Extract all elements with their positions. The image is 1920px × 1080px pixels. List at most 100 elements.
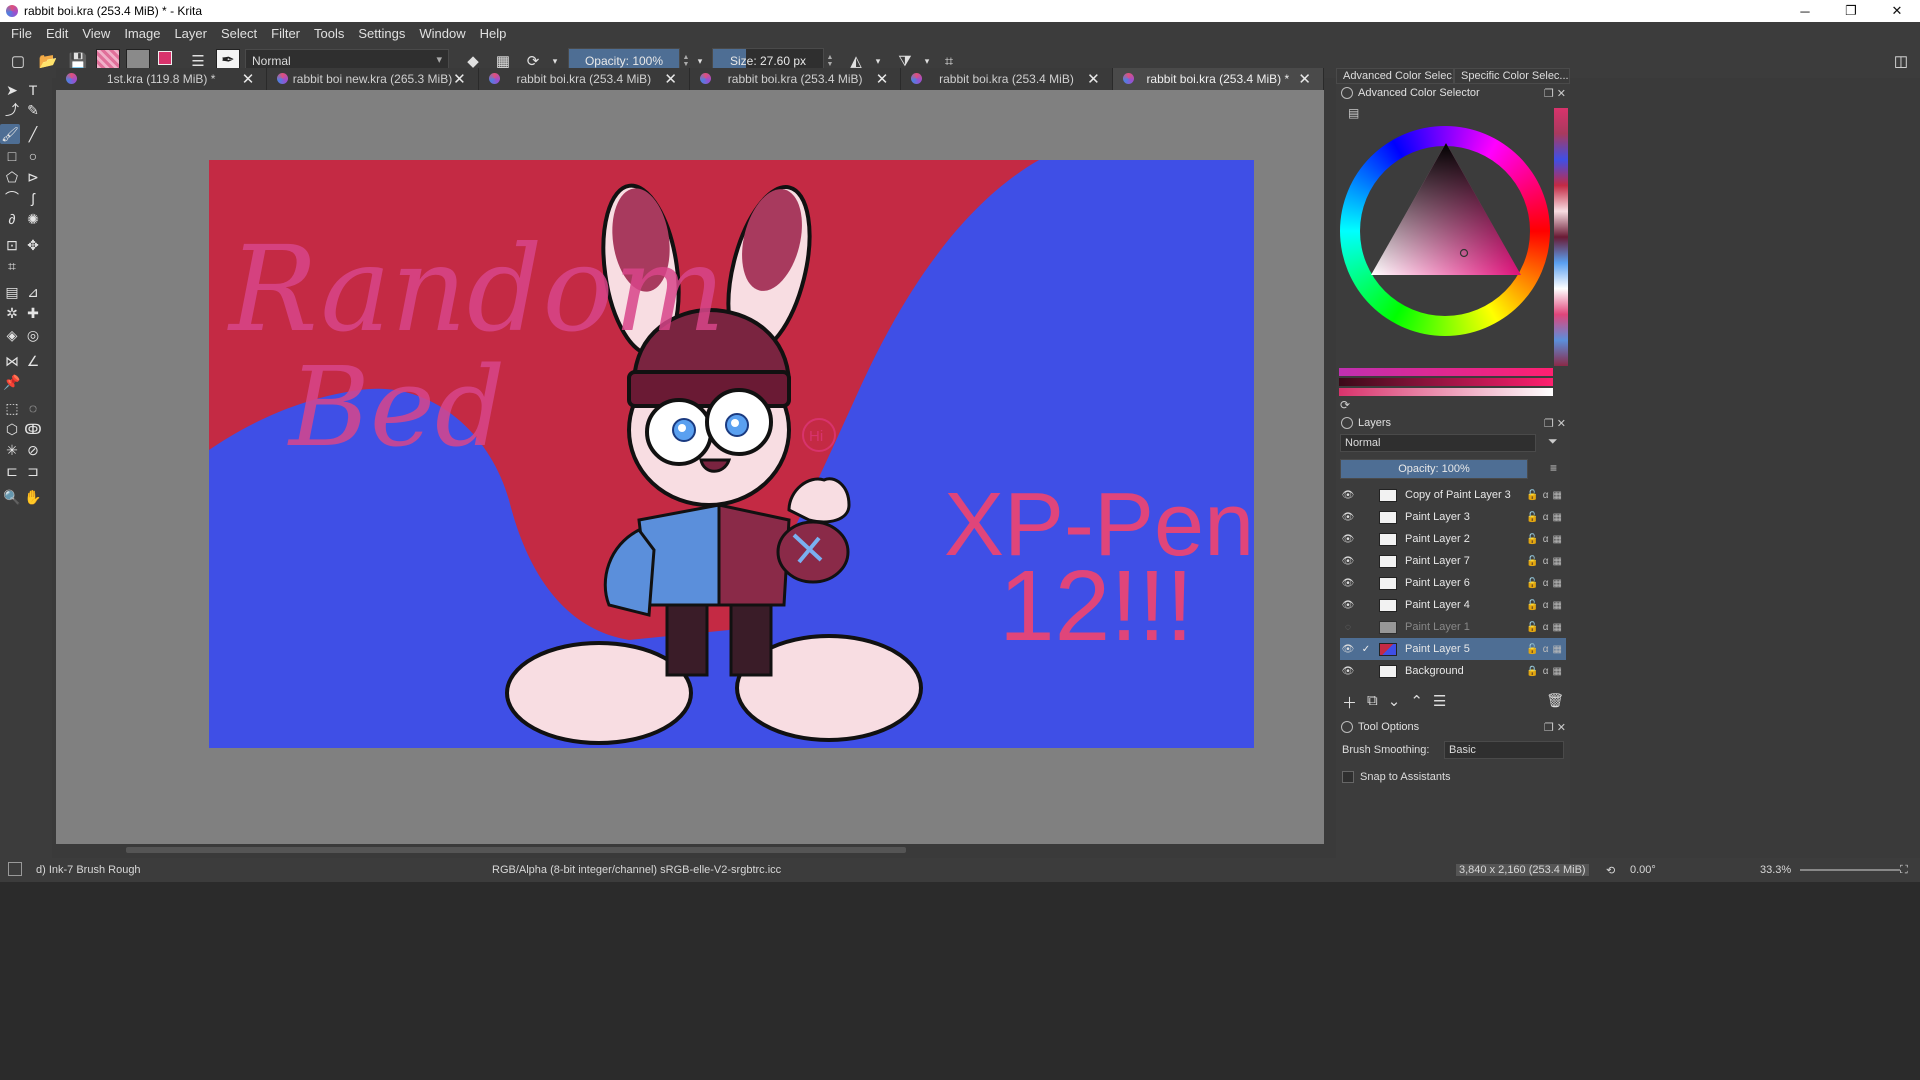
menu-help[interactable]: Help (473, 26, 514, 41)
layer-flag-icons[interactable]: 🔓α▦ (1526, 644, 1566, 655)
panel-float-close-icons[interactable]: ❐ ✕ (1544, 417, 1566, 430)
layer-row[interactable]: 👁 Copy of Paint Layer 3 🔓α▦ (1340, 484, 1566, 506)
lock-icon[interactable] (1341, 87, 1353, 99)
smart-patch-tool-icon[interactable]: ✚ (23, 303, 43, 323)
snap-to-assistants-checkbox[interactable] (1342, 771, 1354, 783)
layer-row[interactable]: 👁 Paint Layer 4 🔓α▦ (1340, 594, 1566, 616)
panel-float-close-icons[interactable]: ❐ ✕ (1544, 721, 1566, 734)
visibility-eye-icon[interactable]: 👁 (1340, 556, 1356, 567)
layer-row[interactable]: 👁 Paint Layer 3 🔓α▦ (1340, 506, 1566, 528)
visibility-eye-icon[interactable]: 👁 (1340, 644, 1356, 655)
new-document-icon[interactable]: ▢ (4, 47, 32, 75)
edit-shapes-tool-icon[interactable]: ⤴ (2, 100, 22, 120)
color-triangle[interactable] (1366, 143, 1526, 283)
scroll-thumb[interactable] (126, 847, 906, 853)
assistant-tool-icon[interactable]: ⋈ (2, 351, 22, 371)
crop-tool-icon[interactable]: ⌗ (2, 256, 22, 276)
layer-row[interactable]: 👁 Paint Layer 6 🔓α▦ (1340, 572, 1566, 594)
layer-flag-icons[interactable]: 🔓α▦ (1526, 512, 1566, 523)
similar-select-tool-icon[interactable]: ⊘ (23, 440, 43, 460)
freehand-brush-tool-icon[interactable]: 🖌 (0, 124, 20, 144)
layer-row[interactable]: 👁 Paint Layer 7 🔓α▦ (1340, 550, 1566, 572)
tab-document-6-active[interactable]: rabbit boi.kra (253.4 MiB) * ✕ (1112, 68, 1324, 90)
canvas-area[interactable]: Hi Random Bed XP-Pen 12!!! (56, 90, 1324, 844)
gradient-tool-icon[interactable]: ▤ (2, 282, 22, 302)
multibrush-tool-icon[interactable]: ✺ (23, 209, 43, 229)
layer-row-hidden[interactable]: ◌ Paint Layer 1 🔓α▦ (1340, 616, 1566, 638)
menu-window[interactable]: Window (412, 26, 472, 41)
delete-layer-icon[interactable]: 🗑 (1546, 692, 1564, 709)
layer-row[interactable]: 👁 Background 🔒α▦ (1340, 660, 1566, 682)
close-tab-icon[interactable]: ✕ (1087, 70, 1100, 88)
ellipse-tool-icon[interactable]: ○ (23, 146, 43, 166)
visibility-eye-icon[interactable]: 👁 (1340, 666, 1356, 677)
reference-images-tool-icon[interactable]: 📌 (2, 372, 22, 392)
layer-menu-icon[interactable]: ≡ (1550, 461, 1557, 475)
workspace-chooser-icon[interactable]: ◫ (1887, 47, 1915, 75)
zoom-slider[interactable] (1800, 869, 1900, 871)
tab-document-1[interactable]: 1st.kra (119.8 MiB) * ✕ (56, 68, 268, 90)
ellipse-select-tool-icon[interactable]: ◌ (23, 398, 43, 418)
select-shapes-tool-icon[interactable]: ➤ (2, 80, 22, 100)
maximize-button[interactable]: ❐ (1828, 0, 1874, 22)
polyline-tool-icon[interactable]: ⊳ (23, 167, 43, 187)
refresh-icon[interactable]: ⟳ (1340, 398, 1350, 412)
tab-advanced-color-selector[interactable]: Advanced Color Selec... (1336, 68, 1454, 84)
rotation-icon[interactable]: ⟲ (1606, 864, 1615, 877)
close-tab-icon[interactable]: ✕ (1298, 70, 1311, 88)
filter-icon[interactable]: ⏷ (1548, 434, 1558, 449)
move-layer-up-icon[interactable]: ⌃ (1410, 692, 1423, 713)
layer-row-selected[interactable]: 👁 ✓ Paint Layer 5 🔓α▦ (1340, 638, 1566, 660)
zoom-tool-icon[interactable]: 🔍 (2, 487, 22, 507)
color-picker-tool-icon[interactable]: ⊿ (23, 282, 43, 302)
menu-layer[interactable]: Layer (167, 26, 214, 41)
add-layer-icon[interactable]: ＋ (1342, 692, 1357, 713)
horizontal-scrollbar[interactable] (56, 844, 1324, 856)
magnetic-select-tool-icon[interactable]: ⊐ (23, 461, 43, 481)
panel-float-close-icons[interactable]: ❐ ✕ (1544, 87, 1566, 100)
menu-edit[interactable]: Edit (39, 26, 75, 41)
menu-select[interactable]: Select (214, 26, 264, 41)
contiguous-select-tool-icon[interactable]: ✳ (2, 440, 22, 460)
text-tool-icon[interactable]: T (23, 80, 43, 100)
rotation-label[interactable]: 0.00° (1630, 864, 1656, 876)
calligraphy-tool-icon[interactable]: ✎ (23, 100, 43, 120)
layer-blend-mode-select[interactable]: Normal (1340, 434, 1536, 452)
move-layer-down-icon[interactable]: ⌄ (1388, 692, 1401, 713)
visibility-hidden-icon[interactable]: ◌ (1340, 622, 1356, 633)
close-tab-icon[interactable]: ✕ (453, 70, 466, 88)
visibility-eye-icon[interactable]: 👁 (1340, 600, 1356, 611)
tab-document-4[interactable]: rabbit boi.kra (253.4 MiB) ✕ (689, 68, 902, 90)
polygon-select-tool-icon[interactable]: ⬡ (2, 419, 22, 439)
tab-specific-color-selector[interactable]: Specific Color Selec... (1454, 68, 1570, 84)
bezier-select-tool-icon[interactable]: ⊏ (2, 461, 22, 481)
measure-tool-icon[interactable]: ∠ (23, 351, 43, 371)
layer-row[interactable]: 👁 Paint Layer 2 🔓α▦ (1340, 528, 1566, 550)
layer-opacity-slider[interactable]: Opacity: 100% (1340, 459, 1528, 479)
close-button[interactable]: ✕ (1874, 0, 1920, 22)
bezier-tool-icon[interactable]: ⌒ (2, 188, 22, 208)
tab-document-5[interactable]: rabbit boi.kra (253.4 MiB) ✕ (901, 68, 1113, 90)
layer-flag-icons[interactable]: 🔓α▦ (1526, 578, 1566, 589)
rectangle-tool-icon[interactable]: □ (2, 146, 22, 166)
vertical-scrollbar[interactable] (1324, 90, 1334, 844)
fill-tool-icon[interactable]: ◈ (2, 325, 22, 345)
layer-properties-icon[interactable]: ☰ (1433, 692, 1446, 713)
tab-document-2[interactable]: rabbit boi new.kra (265.3 MiB) ✕ (267, 68, 479, 90)
artwork-canvas[interactable]: Hi Random Bed XP-Pen 12!!! (209, 160, 1254, 748)
menu-file[interactable]: File (4, 26, 39, 41)
tab-document-3[interactable]: rabbit boi.kra (253.4 MiB) ✕ (478, 68, 690, 90)
transform-tool-icon[interactable]: ⊡ (2, 235, 22, 255)
layer-flag-icons[interactable]: 🔓α▦ (1526, 622, 1566, 633)
brush-smoothing-select[interactable]: Basic (1444, 741, 1564, 759)
enclose-fill-tool-icon[interactable]: ◎ (23, 325, 43, 345)
rect-select-tool-icon[interactable]: ⬚ (2, 398, 22, 418)
color-settings-icon[interactable]: ▤ (1348, 106, 1359, 120)
close-tab-icon[interactable]: ✕ (664, 70, 677, 88)
value-slider[interactable] (1339, 378, 1553, 386)
lock-icon[interactable] (1341, 417, 1353, 429)
layer-flag-icons[interactable]: 🔓α▦ (1526, 600, 1566, 611)
close-tab-icon[interactable]: ✕ (242, 70, 255, 88)
minimize-button[interactable]: ─ (1782, 0, 1828, 22)
lock-icon[interactable] (1341, 721, 1353, 733)
